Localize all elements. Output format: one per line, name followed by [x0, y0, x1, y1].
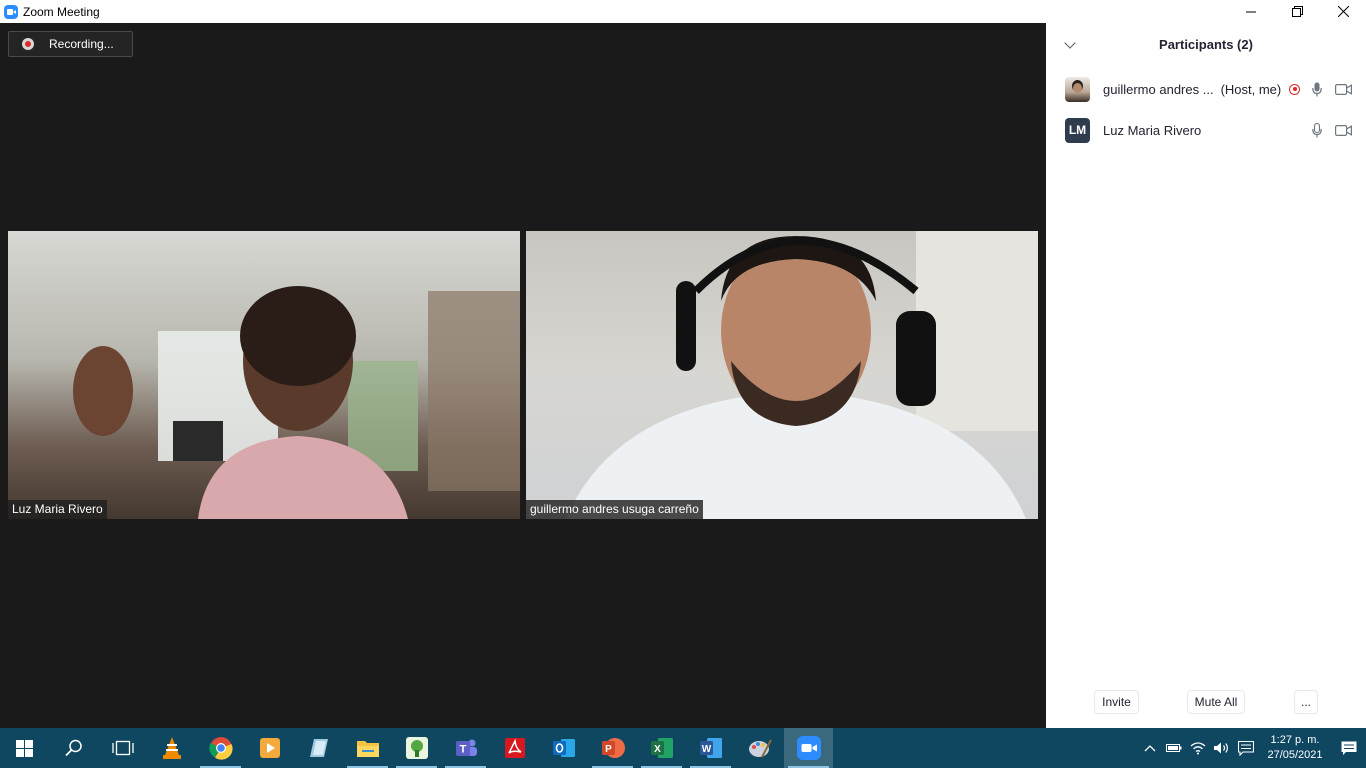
show-hidden-icons-button[interactable] — [1138, 728, 1162, 768]
participant-name: guillermo andres ... — [1103, 81, 1214, 97]
taskbar-app-video-player[interactable] — [245, 728, 294, 768]
excel-icon: X — [650, 738, 673, 758]
participant-row[interactable]: LM Luz Maria Rivero — [1046, 110, 1366, 150]
participant-name-tag: Luz Maria Rivero — [8, 500, 107, 519]
acrobat-icon — [504, 738, 525, 758]
video-tile[interactable]: guillermo andres usuga carreño — [526, 231, 1038, 519]
microphone-icon[interactable] — [1310, 81, 1324, 97]
video-feed-image — [566, 231, 1038, 519]
zoom-app-icon — [4, 4, 18, 19]
video-camera-icon[interactable] — [1334, 123, 1352, 137]
clock-date: 27/05/2021 — [1267, 749, 1323, 761]
green-app-icon — [405, 737, 428, 759]
start-button[interactable] — [0, 728, 49, 768]
paint-icon — [748, 739, 772, 758]
clock-time: 1:27 p. m. — [1270, 734, 1320, 746]
svg-text:P: P — [605, 744, 612, 755]
window-controls — [1228, 0, 1366, 23]
taskbar-app-powerpoint[interactable]: P — [588, 728, 637, 768]
folder-icon — [356, 741, 379, 757]
taskbar-app-teams[interactable]: T — [441, 728, 490, 768]
restore-icon — [1291, 6, 1303, 17]
taskbar: T P X W 1:27 p. m. 27/05/2021 — [0, 728, 1366, 768]
taskbar-app-vlc[interactable] — [147, 728, 196, 768]
minimize-icon — [1246, 11, 1256, 12]
video-tile[interactable]: Luz Maria Rivero — [8, 231, 520, 519]
participant-status-icons — [1289, 69, 1352, 109]
volume-icon[interactable] — [1210, 728, 1234, 768]
chrome-icon — [208, 737, 233, 760]
wifi-icon[interactable] — [1186, 728, 1210, 768]
mute-all-button[interactable]: Mute All — [1187, 690, 1245, 714]
taskbar-app-chrome[interactable] — [196, 728, 245, 768]
taskbar-app-green-app[interactable] — [392, 728, 441, 768]
svg-text:W: W — [701, 744, 711, 755]
participant-row[interactable]: guillermo andres ... (Host, me) — [1046, 69, 1366, 109]
taskbar-clock[interactable]: 1:27 p. m. 27/05/2021 — [1258, 733, 1332, 763]
task-view-button[interactable] — [98, 728, 147, 768]
svg-text:T: T — [459, 744, 466, 756]
taskbar-app-acrobat[interactable] — [490, 728, 539, 768]
taskbar-app-paint[interactable] — [735, 728, 784, 768]
recording-indicator[interactable]: Recording... — [8, 31, 133, 57]
taskbar-app-excel[interactable]: X — [637, 728, 686, 768]
task-view-icon — [111, 740, 134, 756]
close-button[interactable] — [1320, 0, 1366, 23]
recording-label: Recording... — [49, 37, 114, 51]
video-feed-image — [73, 286, 520, 519]
battery-icon[interactable] — [1162, 728, 1186, 768]
participant-role: (Host, me) — [1220, 81, 1282, 97]
chevron-up-icon — [1144, 745, 1156, 752]
avatar — [1065, 76, 1090, 102]
notes-icon — [309, 739, 328, 757]
avatar: LM — [1065, 117, 1090, 143]
action-center-button[interactable] — [1332, 728, 1366, 768]
windows-icon — [16, 739, 33, 757]
video-player-icon — [259, 738, 280, 758]
participant-name-tag: guillermo andres usuga carreño — [526, 500, 703, 519]
taskbar-app-outlook[interactable] — [539, 728, 588, 768]
microphone-icon[interactable] — [1310, 122, 1324, 138]
zoom-icon — [796, 736, 821, 760]
meeting-area: Recording... Luz Maria Rivero guillermo … — [0, 23, 1046, 728]
more-options-button[interactable]: ... — [1294, 690, 1318, 714]
invite-button[interactable]: Invite — [1094, 690, 1139, 714]
close-icon — [1337, 6, 1349, 17]
panel-header: Participants (2) — [1046, 23, 1366, 68]
participants-panel: Participants (2) guillermo andres ... (H… — [1046, 23, 1366, 728]
taskbar-app-notes[interactable] — [294, 728, 343, 768]
participant-status-icons — [1310, 110, 1352, 150]
system-tray: 1:27 p. m. 27/05/2021 — [1138, 728, 1366, 768]
panel-title: Participants (2) — [1159, 37, 1253, 52]
participant-name: Luz Maria Rivero — [1103, 122, 1202, 138]
taskbar-app-zoom[interactable] — [784, 728, 833, 768]
restore-button[interactable] — [1274, 0, 1320, 23]
action-center-icon — [1341, 741, 1357, 755]
powerpoint-icon: P — [601, 738, 625, 758]
vlc-icon — [162, 737, 181, 759]
title-bar: Zoom Meeting — [0, 0, 1366, 23]
outlook-icon — [552, 739, 575, 757]
taskbar-app-word[interactable]: W — [686, 728, 735, 768]
teams-icon: T — [455, 739, 477, 756]
svg-text:X: X — [654, 744, 661, 755]
taskbar-app-file-explorer[interactable] — [343, 728, 392, 768]
record-icon — [22, 38, 34, 50]
minimize-button[interactable] — [1228, 0, 1274, 23]
panel-footer: Invite Mute All ... — [1046, 690, 1366, 714]
recording-icon — [1289, 83, 1300, 95]
search-button[interactable] — [49, 728, 98, 768]
word-icon: W — [699, 738, 722, 758]
video-camera-icon[interactable] — [1334, 82, 1352, 96]
search-icon — [64, 739, 82, 757]
window-title: Zoom Meeting — [23, 4, 100, 19]
notification-message-icon[interactable] — [1234, 728, 1258, 768]
